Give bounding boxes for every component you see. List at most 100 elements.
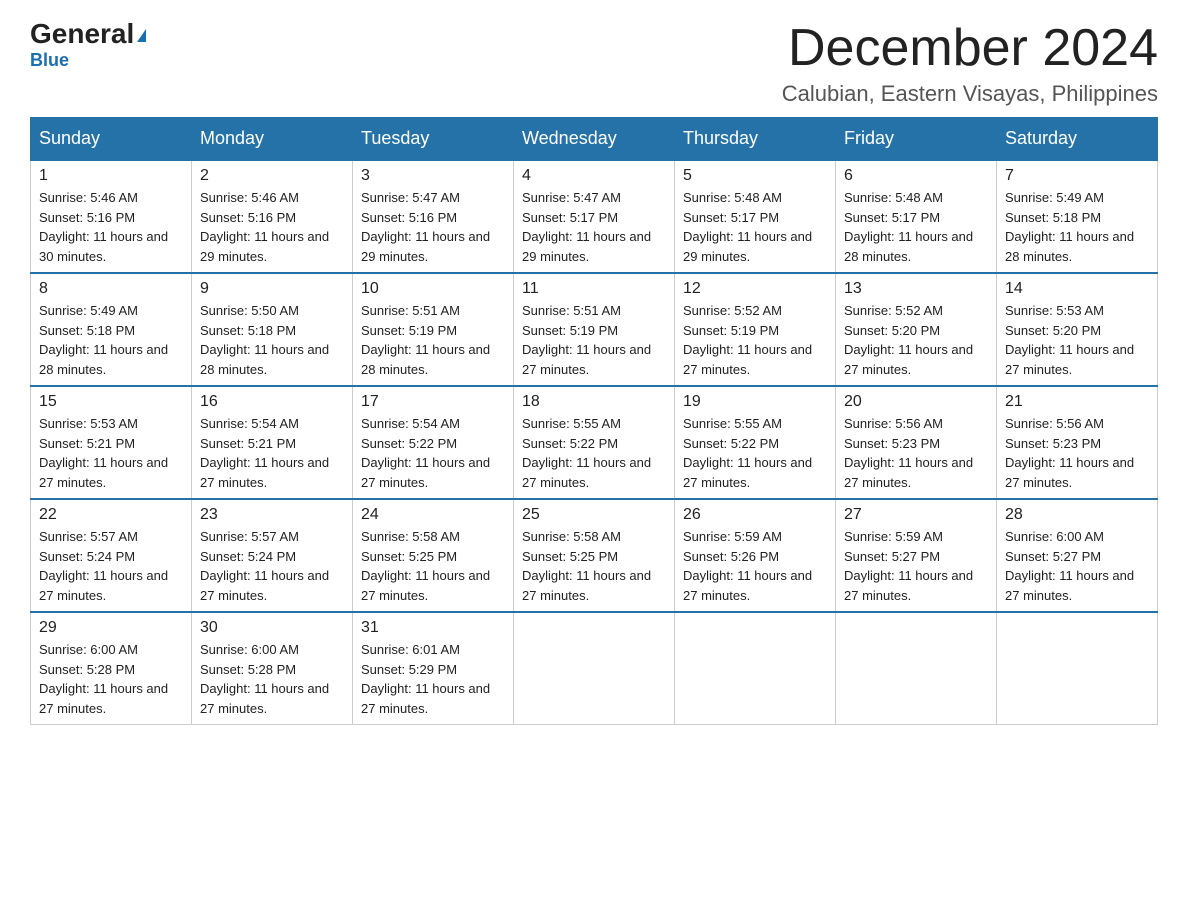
day-number: 21 (1005, 393, 1149, 411)
calendar-cell: 12 Sunrise: 5:52 AM Sunset: 5:19 PM Dayl… (675, 273, 836, 386)
day-info: Sunrise: 5:58 AM Sunset: 5:25 PM Dayligh… (361, 527, 505, 605)
calendar-cell (675, 612, 836, 725)
day-info: Sunrise: 5:54 AM Sunset: 5:22 PM Dayligh… (361, 414, 505, 492)
calendar-cell: 5 Sunrise: 5:48 AM Sunset: 5:17 PM Dayli… (675, 160, 836, 273)
day-number: 18 (522, 393, 666, 411)
day-number: 14 (1005, 280, 1149, 298)
day-info: Sunrise: 5:58 AM Sunset: 5:25 PM Dayligh… (522, 527, 666, 605)
day-info: Sunrise: 5:55 AM Sunset: 5:22 PM Dayligh… (522, 414, 666, 492)
calendar-header-wednesday: Wednesday (514, 118, 675, 161)
day-info: Sunrise: 5:54 AM Sunset: 5:21 PM Dayligh… (200, 414, 344, 492)
day-info: Sunrise: 5:57 AM Sunset: 5:24 PM Dayligh… (200, 527, 344, 605)
day-number: 28 (1005, 506, 1149, 524)
day-number: 9 (200, 280, 344, 298)
day-number: 25 (522, 506, 666, 524)
calendar-cell: 7 Sunrise: 5:49 AM Sunset: 5:18 PM Dayli… (997, 160, 1158, 273)
calendar-cell: 13 Sunrise: 5:52 AM Sunset: 5:20 PM Dayl… (836, 273, 997, 386)
day-number: 26 (683, 506, 827, 524)
day-number: 20 (844, 393, 988, 411)
calendar-week-5: 29 Sunrise: 6:00 AM Sunset: 5:28 PM Dayl… (31, 612, 1158, 725)
calendar-cell: 17 Sunrise: 5:54 AM Sunset: 5:22 PM Dayl… (353, 386, 514, 499)
calendar-week-3: 15 Sunrise: 5:53 AM Sunset: 5:21 PM Dayl… (31, 386, 1158, 499)
calendar-header-tuesday: Tuesday (353, 118, 514, 161)
day-number: 6 (844, 167, 988, 185)
calendar-cell: 2 Sunrise: 5:46 AM Sunset: 5:16 PM Dayli… (192, 160, 353, 273)
day-info: Sunrise: 5:55 AM Sunset: 5:22 PM Dayligh… (683, 414, 827, 492)
calendar-cell (514, 612, 675, 725)
calendar-cell (997, 612, 1158, 725)
day-info: Sunrise: 5:59 AM Sunset: 5:26 PM Dayligh… (683, 527, 827, 605)
day-number: 17 (361, 393, 505, 411)
calendar-cell (836, 612, 997, 725)
day-info: Sunrise: 5:56 AM Sunset: 5:23 PM Dayligh… (844, 414, 988, 492)
day-info: Sunrise: 5:50 AM Sunset: 5:18 PM Dayligh… (200, 301, 344, 379)
day-info: Sunrise: 6:00 AM Sunset: 5:28 PM Dayligh… (200, 640, 344, 718)
calendar-header-saturday: Saturday (997, 118, 1158, 161)
day-info: Sunrise: 5:52 AM Sunset: 5:19 PM Dayligh… (683, 301, 827, 379)
logo-text: General (30, 20, 146, 48)
day-info: Sunrise: 5:49 AM Sunset: 5:18 PM Dayligh… (39, 301, 183, 379)
day-number: 2 (200, 167, 344, 185)
day-number: 3 (361, 167, 505, 185)
day-info: Sunrise: 5:48 AM Sunset: 5:17 PM Dayligh… (844, 188, 988, 266)
day-info: Sunrise: 5:56 AM Sunset: 5:23 PM Dayligh… (1005, 414, 1149, 492)
location-title: Calubian, Eastern Visayas, Philippines (782, 81, 1158, 107)
calendar-cell: 6 Sunrise: 5:48 AM Sunset: 5:17 PM Dayli… (836, 160, 997, 273)
calendar-header-friday: Friday (836, 118, 997, 161)
calendar-cell: 20 Sunrise: 5:56 AM Sunset: 5:23 PM Dayl… (836, 386, 997, 499)
calendar-cell: 28 Sunrise: 6:00 AM Sunset: 5:27 PM Dayl… (997, 499, 1158, 612)
logo-blue: Blue (30, 50, 69, 71)
day-number: 24 (361, 506, 505, 524)
day-number: 1 (39, 167, 183, 185)
calendar-header-row: SundayMondayTuesdayWednesdayThursdayFrid… (31, 118, 1158, 161)
calendar-cell: 15 Sunrise: 5:53 AM Sunset: 5:21 PM Dayl… (31, 386, 192, 499)
day-info: Sunrise: 5:51 AM Sunset: 5:19 PM Dayligh… (522, 301, 666, 379)
day-number: 8 (39, 280, 183, 298)
calendar-cell: 1 Sunrise: 5:46 AM Sunset: 5:16 PM Dayli… (31, 160, 192, 273)
title-area: December 2024 Calubian, Eastern Visayas,… (782, 20, 1158, 107)
day-number: 12 (683, 280, 827, 298)
calendar-cell: 24 Sunrise: 5:58 AM Sunset: 5:25 PM Dayl… (353, 499, 514, 612)
day-number: 30 (200, 619, 344, 637)
calendar-cell: 8 Sunrise: 5:49 AM Sunset: 5:18 PM Dayli… (31, 273, 192, 386)
day-info: Sunrise: 5:46 AM Sunset: 5:16 PM Dayligh… (39, 188, 183, 266)
calendar-cell: 23 Sunrise: 5:57 AM Sunset: 5:24 PM Dayl… (192, 499, 353, 612)
day-info: Sunrise: 6:00 AM Sunset: 5:28 PM Dayligh… (39, 640, 183, 718)
logo-general: General (30, 18, 134, 49)
calendar-week-4: 22 Sunrise: 5:57 AM Sunset: 5:24 PM Dayl… (31, 499, 1158, 612)
calendar-cell: 26 Sunrise: 5:59 AM Sunset: 5:26 PM Dayl… (675, 499, 836, 612)
day-info: Sunrise: 5:47 AM Sunset: 5:17 PM Dayligh… (522, 188, 666, 266)
day-info: Sunrise: 5:52 AM Sunset: 5:20 PM Dayligh… (844, 301, 988, 379)
day-number: 7 (1005, 167, 1149, 185)
day-info: Sunrise: 5:59 AM Sunset: 5:27 PM Dayligh… (844, 527, 988, 605)
day-info: Sunrise: 5:46 AM Sunset: 5:16 PM Dayligh… (200, 188, 344, 266)
day-number: 27 (844, 506, 988, 524)
day-info: Sunrise: 5:53 AM Sunset: 5:20 PM Dayligh… (1005, 301, 1149, 379)
day-number: 31 (361, 619, 505, 637)
day-number: 29 (39, 619, 183, 637)
calendar-week-1: 1 Sunrise: 5:46 AM Sunset: 5:16 PM Dayli… (31, 160, 1158, 273)
day-number: 10 (361, 280, 505, 298)
calendar-cell: 25 Sunrise: 5:58 AM Sunset: 5:25 PM Dayl… (514, 499, 675, 612)
day-number: 5 (683, 167, 827, 185)
calendar-cell: 9 Sunrise: 5:50 AM Sunset: 5:18 PM Dayli… (192, 273, 353, 386)
calendar-cell: 14 Sunrise: 5:53 AM Sunset: 5:20 PM Dayl… (997, 273, 1158, 386)
day-number: 22 (39, 506, 183, 524)
page-header: General Blue December 2024 Calubian, Eas… (30, 20, 1158, 107)
calendar-week-2: 8 Sunrise: 5:49 AM Sunset: 5:18 PM Dayli… (31, 273, 1158, 386)
day-number: 13 (844, 280, 988, 298)
day-info: Sunrise: 5:53 AM Sunset: 5:21 PM Dayligh… (39, 414, 183, 492)
day-info: Sunrise: 6:01 AM Sunset: 5:29 PM Dayligh… (361, 640, 505, 718)
day-info: Sunrise: 6:00 AM Sunset: 5:27 PM Dayligh… (1005, 527, 1149, 605)
calendar-cell: 4 Sunrise: 5:47 AM Sunset: 5:17 PM Dayli… (514, 160, 675, 273)
day-number: 15 (39, 393, 183, 411)
calendar-cell: 3 Sunrise: 5:47 AM Sunset: 5:16 PM Dayli… (353, 160, 514, 273)
calendar-cell: 30 Sunrise: 6:00 AM Sunset: 5:28 PM Dayl… (192, 612, 353, 725)
logo: General Blue (30, 20, 146, 71)
calendar-cell: 10 Sunrise: 5:51 AM Sunset: 5:19 PM Dayl… (353, 273, 514, 386)
calendar-header-monday: Monday (192, 118, 353, 161)
day-number: 23 (200, 506, 344, 524)
day-info: Sunrise: 5:57 AM Sunset: 5:24 PM Dayligh… (39, 527, 183, 605)
day-number: 11 (522, 280, 666, 298)
day-info: Sunrise: 5:51 AM Sunset: 5:19 PM Dayligh… (361, 301, 505, 379)
